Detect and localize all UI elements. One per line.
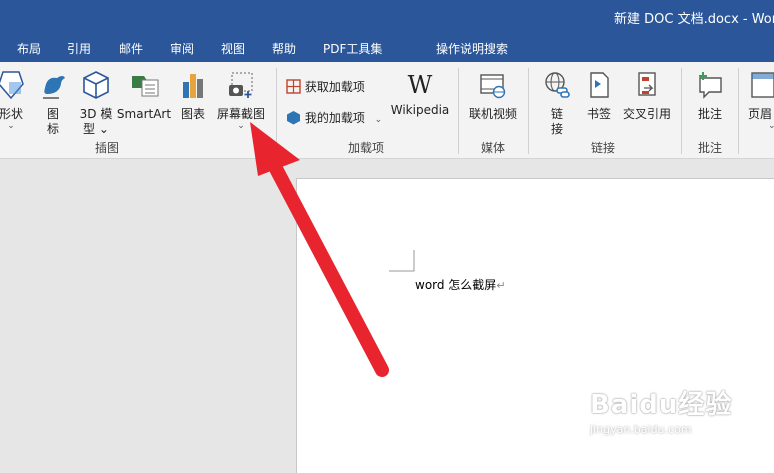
get-addins-button[interactable]: 获取加载项 bbox=[286, 78, 365, 97]
group-label-addins: 加载项 bbox=[348, 141, 385, 155]
cross-reference-button[interactable]: 交叉引用 bbox=[620, 70, 674, 122]
group-divider bbox=[276, 68, 277, 154]
bookmark-icon bbox=[582, 70, 616, 104]
cross-reference-icon bbox=[620, 70, 674, 104]
header-button[interactable]: 页眉 ⌄ bbox=[748, 70, 774, 131]
link-label-2: 接 bbox=[550, 122, 563, 136]
tab-help[interactable]: 帮助 bbox=[272, 40, 296, 57]
ribbon: 形状 ⌄ 图 标 3D 模 型 ⌄ SmartArt 图表 屏幕截图 ⌄ 插图 … bbox=[0, 62, 774, 159]
3d-models-label-2: 型 ⌄ bbox=[83, 122, 109, 136]
cube-icon bbox=[76, 70, 116, 104]
my-addins-button[interactable]: 我的加载项 ⌄ bbox=[286, 109, 382, 128]
window-title: 新建 DOC 文档.docx - Wor bbox=[614, 12, 774, 27]
link-button[interactable]: 链 接 bbox=[540, 70, 574, 137]
video-icon bbox=[466, 70, 520, 104]
header-label: 页眉 bbox=[748, 107, 773, 121]
chevron-down-icon: ⌄ bbox=[237, 121, 245, 131]
wikipedia-button[interactable]: W Wikipedia bbox=[388, 70, 452, 118]
icons-label-1: 图 bbox=[46, 107, 59, 121]
3d-models-button[interactable]: 3D 模 型 ⌄ bbox=[76, 70, 116, 137]
wikipedia-icon: W bbox=[407, 71, 433, 99]
online-video-label: 联机视频 bbox=[468, 107, 517, 121]
title-bar: 新建 DOC 文档.docx - Wor bbox=[0, 0, 774, 34]
cross-reference-label: 交叉引用 bbox=[622, 107, 671, 121]
screenshot-icon bbox=[214, 70, 268, 104]
group-label-media: 媒体 bbox=[481, 141, 506, 155]
tab-layout[interactable]: 布局 bbox=[17, 40, 41, 57]
addin-cube-icon bbox=[286, 110, 301, 128]
header-icon bbox=[748, 70, 774, 104]
shapes-label: 形状 bbox=[0, 107, 23, 121]
group-label-comments: 批注 bbox=[698, 141, 723, 155]
smartart-label: SmartArt bbox=[116, 107, 172, 121]
tab-view[interactable]: 视图 bbox=[221, 40, 245, 57]
tab-pdf-tools[interactable]: PDF工具集 bbox=[323, 40, 382, 57]
online-video-button[interactable]: 联机视频 bbox=[466, 70, 520, 122]
tab-references[interactable]: 引用 bbox=[67, 40, 91, 57]
screenshot-button[interactable]: 屏幕截图 ⌄ bbox=[214, 70, 268, 131]
group-divider bbox=[738, 68, 739, 154]
comment-label: 批注 bbox=[697, 107, 722, 121]
smartart-button[interactable]: SmartArt bbox=[116, 70, 172, 122]
group-label-links: 链接 bbox=[591, 141, 616, 155]
paragraph-mark-icon: ↵ bbox=[496, 279, 506, 292]
3d-models-label-1: 3D 模 bbox=[79, 107, 113, 121]
globe-link-icon bbox=[540, 70, 574, 104]
watermark-url: jingyan.baidu.com bbox=[590, 423, 692, 436]
bookmark-label: 书签 bbox=[586, 107, 611, 121]
smartart-icon bbox=[116, 70, 172, 104]
group-divider bbox=[458, 68, 459, 154]
group-divider bbox=[528, 68, 529, 154]
icons-label-2: 标 bbox=[46, 122, 59, 136]
watermark-main: Baidu经验 bbox=[590, 390, 733, 420]
chart-label: 图表 bbox=[180, 107, 205, 121]
link-label-1: 链 bbox=[550, 107, 563, 121]
ribbon-tabs: 布局 引用 邮件 审阅 视图 帮助 PDF工具集 操作说明搜索 bbox=[0, 34, 774, 90]
bookmark-button[interactable]: 书签 bbox=[582, 70, 616, 122]
bar-chart-icon bbox=[178, 70, 208, 104]
tell-me-search[interactable]: 操作说明搜索 bbox=[436, 40, 508, 57]
chart-button[interactable]: 图表 bbox=[178, 70, 208, 122]
bird-icon bbox=[38, 70, 68, 104]
wikipedia-label: Wikipedia bbox=[390, 103, 450, 117]
document-text[interactable]: word 怎么截屏↵ bbox=[415, 276, 506, 293]
screenshot-label: 屏幕截图 bbox=[216, 107, 265, 121]
chevron-down-icon: ⌄ bbox=[374, 115, 383, 125]
new-comment-button[interactable]: 批注 bbox=[692, 70, 728, 122]
group-label-illustrations: 插图 bbox=[95, 141, 120, 155]
get-addins-label: 获取加载项 bbox=[304, 80, 365, 94]
comment-icon bbox=[692, 70, 728, 104]
group-divider bbox=[681, 68, 682, 154]
baidu-watermark: Baidu经验 jingyan.baidu.com bbox=[590, 384, 732, 436]
icons-button[interactable]: 图 标 bbox=[38, 70, 68, 137]
shapes-button[interactable]: 形状 ⌄ bbox=[0, 70, 28, 131]
my-addins-label: 我的加载项 bbox=[304, 111, 365, 125]
chevron-down-icon: ⌄ bbox=[7, 121, 15, 131]
margin-corner-mark bbox=[389, 250, 415, 272]
tab-mailings[interactable]: 邮件 bbox=[119, 40, 143, 57]
store-icon bbox=[286, 78, 301, 97]
tab-review[interactable]: 审阅 bbox=[170, 40, 194, 57]
chevron-down-icon: ⌄ bbox=[768, 121, 774, 131]
shapes-icon bbox=[0, 70, 28, 104]
